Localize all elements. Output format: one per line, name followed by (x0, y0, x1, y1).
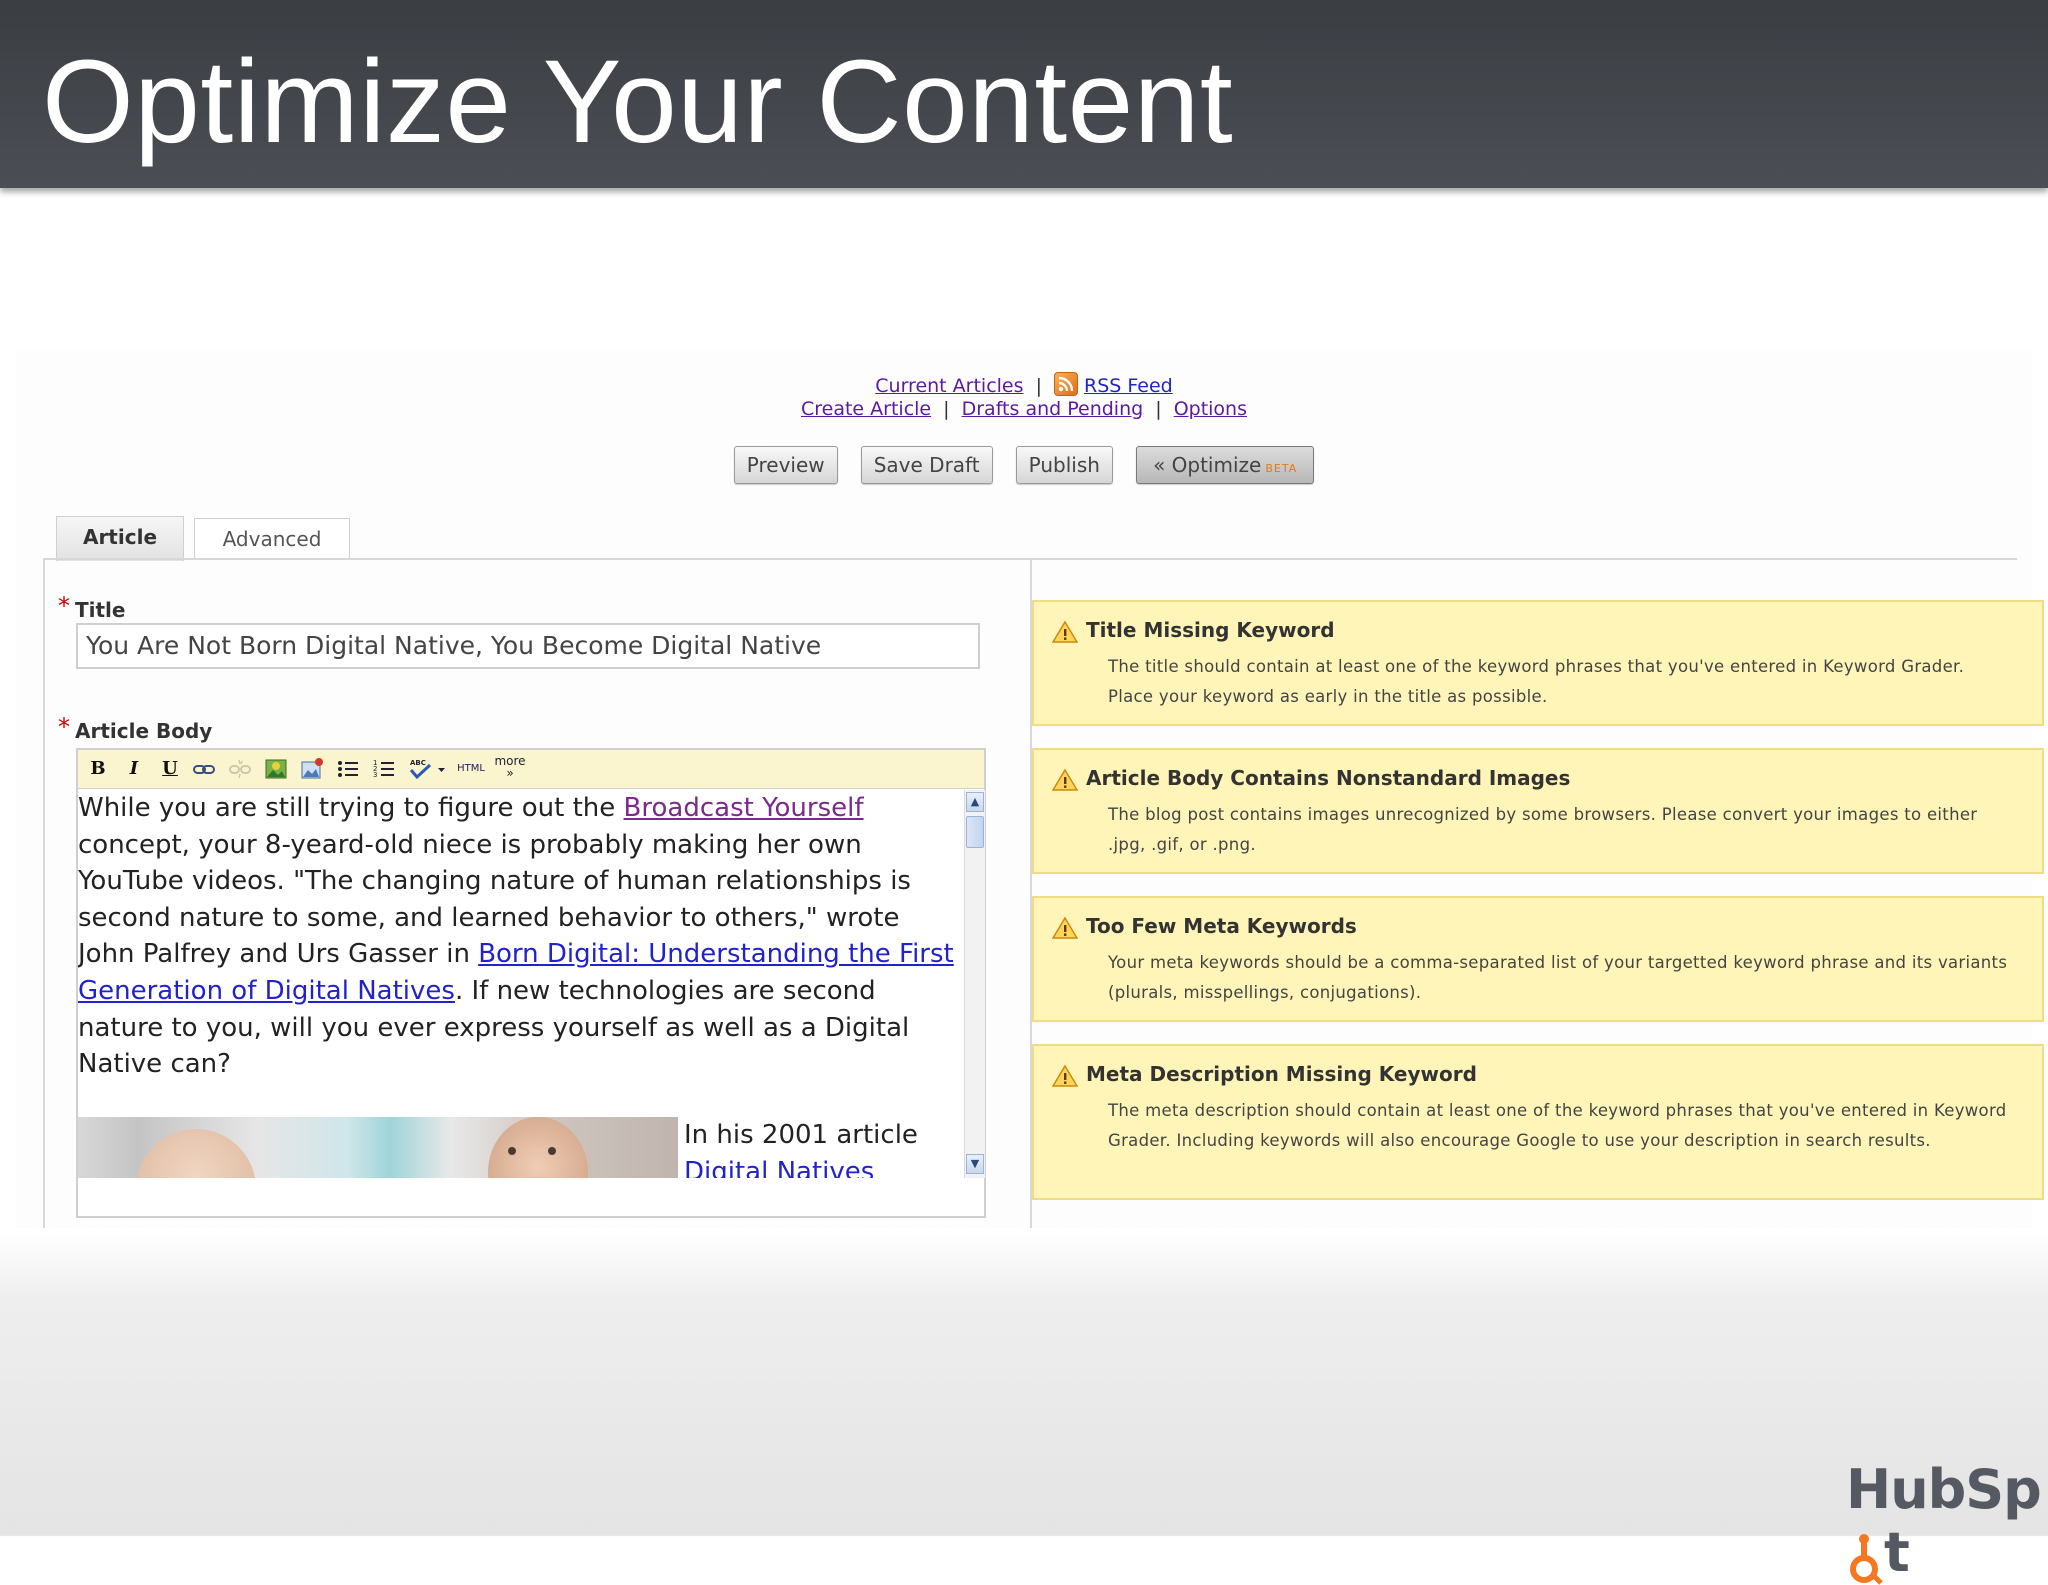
slide-title: Optimize Your Content (42, 36, 1234, 168)
warning-title: Article Body Contains Nonstandard Images (1086, 766, 1571, 790)
more-tools-button[interactable]: more» (492, 755, 528, 779)
warning-icon (1052, 620, 1078, 643)
nav-separator: | (943, 398, 950, 420)
svg-text:ABC: ABC (410, 759, 426, 767)
scroll-thumb[interactable] (966, 816, 984, 848)
article-editor-screenshot: Current Articles | RSS Feed Create Artic… (16, 350, 2044, 1228)
unlink-icon[interactable] (228, 757, 252, 781)
warning-title: Too Few Meta Keywords (1086, 914, 1357, 938)
tab-article[interactable]: Article (56, 516, 184, 561)
warning-text: Your meta keywords should be a comma-sep… (1108, 953, 2008, 1002)
numbered-list-icon[interactable]: 123 (372, 757, 396, 781)
current-articles-link[interactable]: Current Articles (875, 375, 1023, 397)
warning-text: The meta description should contain at l… (1108, 1101, 2007, 1150)
logo-text: t (1884, 1521, 1910, 1584)
options-link[interactable]: Options (1174, 398, 1247, 420)
caption-segment: In his 2001 article (684, 1120, 918, 1150)
top-nav-row-2: Create Article | Drafts and Pending | Op… (16, 398, 2032, 420)
warning-title: Title Missing Keyword (1086, 618, 1335, 642)
nav-separator: | (1155, 398, 1162, 420)
tab-advanced[interactable]: Advanced (194, 518, 350, 559)
rss-feed-link[interactable]: RSS Feed (1084, 375, 1173, 397)
rich-text-editor[interactable]: B I U 123 ABC HTML more » While you are … (76, 748, 986, 1218)
save-draft-button[interactable]: Save Draft (860, 446, 993, 484)
article-paragraph: While you are still trying to figure out… (78, 790, 958, 1083)
warning-icon (1052, 768, 1078, 791)
broadcast-yourself-link[interactable]: Broadcast Yourself (624, 793, 864, 823)
publish-button[interactable]: Publish (1015, 446, 1113, 484)
article-form-pane: * Title You Are Not Born Digital Native,… (43, 560, 1032, 1228)
body-text-segment: While you are still trying to figure out… (78, 793, 624, 823)
warning-icon (1052, 916, 1078, 939)
image-properties-icon[interactable] (300, 757, 324, 781)
scroll-down-icon[interactable]: ▼ (966, 1154, 984, 1174)
warning-box: Too Few Meta Keywords Your meta keywords… (1032, 896, 2044, 1022)
rss-icon[interactable] (1054, 372, 1079, 396)
title-field[interactable]: You Are Not Born Digital Native, You Bec… (76, 623, 980, 669)
optimize-button[interactable]: « Optimize BETA (1136, 446, 1315, 484)
spellcheck-icon[interactable]: ABC (408, 757, 448, 781)
beta-badge: BETA (1265, 462, 1298, 475)
top-nav-row-1: Current Articles | RSS Feed (16, 372, 2032, 397)
preview-button[interactable]: Preview (733, 446, 838, 484)
link-icon[interactable] (192, 757, 216, 781)
html-source-button[interactable]: HTML (454, 757, 488, 781)
create-article-link[interactable]: Create Article (801, 398, 931, 420)
underline-button[interactable]: U (158, 757, 182, 781)
digital-natives-link[interactable]: Digital Natives (684, 1157, 874, 1178)
warning-title: Meta Description Missing Keyword (1086, 1062, 1477, 1086)
bold-button[interactable]: B (86, 757, 110, 781)
more-arrow-icon: » (506, 766, 514, 780)
required-marker: * (58, 713, 70, 741)
nav-separator: | (1035, 375, 1042, 397)
bulleted-list-icon[interactable] (336, 757, 360, 781)
warning-box: Article Body Contains Nonstandard Images… (1032, 748, 2044, 874)
article-image-row: In his 2001 article Digital Natives (78, 1117, 958, 1178)
caption-text: In his 2001 article Digital Natives (684, 1117, 944, 1178)
warning-box: Title Missing Keyword The title should c… (1032, 600, 2044, 726)
action-buttons: Preview Save Draft Publish « Optimize BET… (16, 446, 2032, 484)
required-marker: * (58, 592, 70, 620)
warning-text: The blog post contains images unrecogniz… (1108, 805, 1978, 854)
editor-scrollbar[interactable]: ▲ ▼ (964, 790, 985, 1178)
article-body-label: Article Body (75, 719, 213, 743)
warning-icon (1052, 1064, 1078, 1087)
svg-text:3: 3 (373, 771, 377, 779)
scroll-up-icon[interactable]: ▲ (966, 792, 984, 812)
insert-image-icon[interactable] (264, 757, 288, 781)
slide-header: Optimize Your Content (0, 0, 2048, 188)
baby-photo (78, 1117, 678, 1178)
editor-toolbar: B I U 123 ABC HTML more » (78, 750, 984, 789)
warning-text: The title should contain at least one of… (1108, 657, 1965, 706)
logo-text: HubSp (1846, 1458, 2042, 1521)
italic-button[interactable]: I (122, 757, 146, 781)
drafts-pending-link[interactable]: Drafts and Pending (962, 398, 1144, 420)
article-body-content[interactable]: While you are still trying to figure out… (78, 790, 958, 1178)
title-label: Title (75, 598, 126, 622)
warning-box: Meta Description Missing Keyword The met… (1032, 1044, 2044, 1200)
editor-footer (78, 1180, 984, 1216)
optimize-label: « Optimize (1153, 453, 1262, 477)
hubspot-logo: HubSp t (1846, 1458, 2048, 1585)
